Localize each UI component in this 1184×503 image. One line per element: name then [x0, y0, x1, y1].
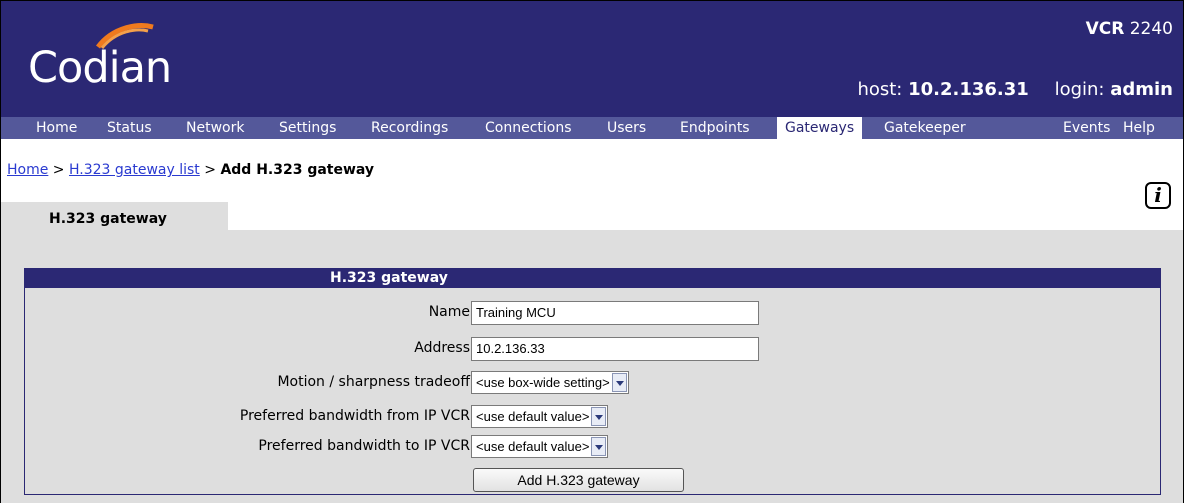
nav-users[interactable]: Users: [599, 117, 654, 139]
chevron-down-icon[interactable]: [611, 373, 627, 392]
bandwidth-from-label: Preferred bandwidth from IP VCR: [239, 408, 470, 424]
motion-select[interactable]: <use box-wide setting>: [471, 371, 629, 394]
login-value: admin: [1110, 79, 1173, 100]
panel-title: H.323 gateway: [330, 270, 448, 286]
breadcrumb-separator: >: [52, 162, 65, 178]
bandwidth-to-label: Preferred bandwidth to IP VCR: [258, 438, 470, 454]
nav-endpoints[interactable]: Endpoints: [672, 117, 758, 139]
nav-gatekeeper[interactable]: Gatekeeper: [876, 117, 974, 139]
gateway-form-panel: H.323 gateway Name Training MCU Address …: [24, 268, 1161, 495]
nav-gateways[interactable]: Gateways: [777, 117, 863, 139]
product-model: 2240: [1129, 19, 1173, 39]
host-label: host:: [857, 79, 903, 100]
main-nav: Home Status Network Settings Recordings …: [1, 117, 1183, 139]
breadcrumb-separator: >: [204, 162, 216, 178]
nav-status[interactable]: Status: [99, 117, 160, 139]
address-label: Address: [414, 340, 470, 356]
chevron-down-icon[interactable]: [591, 437, 607, 456]
nav-recordings[interactable]: Recordings: [363, 117, 456, 139]
motion-label: Motion / sharpness tradeoff: [277, 374, 470, 390]
breadcrumb: Home > H.323 gateway list > Add H.323 ga…: [7, 162, 374, 178]
name-row: Name Training MCU: [25, 301, 1160, 325]
product-name: VCR 2240: [1086, 19, 1173, 39]
motion-select-value: <use box-wide setting>: [476, 375, 610, 390]
nav-events[interactable]: Events: [1055, 117, 1118, 139]
address-input[interactable]: 10.2.136.33: [471, 337, 759, 361]
panel-header: H.323 gateway: [25, 269, 1160, 288]
bandwidth-to-value: <use default value>: [476, 439, 590, 454]
bandwidth-from-value: <use default value>: [476, 409, 590, 424]
name-input[interactable]: Training MCU: [471, 301, 759, 325]
name-label: Name: [428, 304, 470, 320]
bandwidth-from-row: Preferred bandwidth from IP VCR <use def…: [25, 405, 1160, 429]
address-row: Address 10.2.136.33: [25, 337, 1160, 361]
nav-help[interactable]: Help: [1115, 117, 1163, 139]
bandwidth-to-row: Preferred bandwidth to IP VCR <use defau…: [25, 435, 1160, 459]
breadcrumb-home-link[interactable]: Home: [7, 162, 48, 178]
brand-logo-text: Codian: [28, 43, 172, 93]
host-login-info: host: 10.2.136.31 login: admin: [857, 79, 1173, 100]
bandwidth-to-select[interactable]: <use default value>: [471, 435, 609, 458]
host-value: 10.2.136.31: [908, 79, 1029, 100]
nav-connections[interactable]: Connections: [477, 117, 580, 139]
breadcrumb-gateway-list-link[interactable]: H.323 gateway list: [69, 162, 200, 178]
nav-settings[interactable]: Settings: [271, 117, 344, 139]
header: Codian VCR 2240 host: 10.2.136.31 login:…: [1, 1, 1183, 117]
nav-home[interactable]: Home: [28, 117, 85, 139]
breadcrumb-current: Add H.323 gateway: [220, 162, 375, 178]
chevron-down-icon[interactable]: [591, 407, 607, 426]
info-icon[interactable]: i: [1145, 182, 1171, 209]
add-gateway-button[interactable]: Add H.323 gateway: [473, 468, 684, 492]
tab-h323-gateway[interactable]: H.323 gateway: [1, 202, 228, 232]
login-label: login:: [1054, 79, 1105, 100]
product-prefix: VCR: [1085, 19, 1125, 39]
motion-row: Motion / sharpness tradeoff <use box-wid…: [25, 371, 1160, 395]
nav-network[interactable]: Network: [178, 117, 252, 139]
bandwidth-from-select[interactable]: <use default value>: [471, 405, 609, 428]
